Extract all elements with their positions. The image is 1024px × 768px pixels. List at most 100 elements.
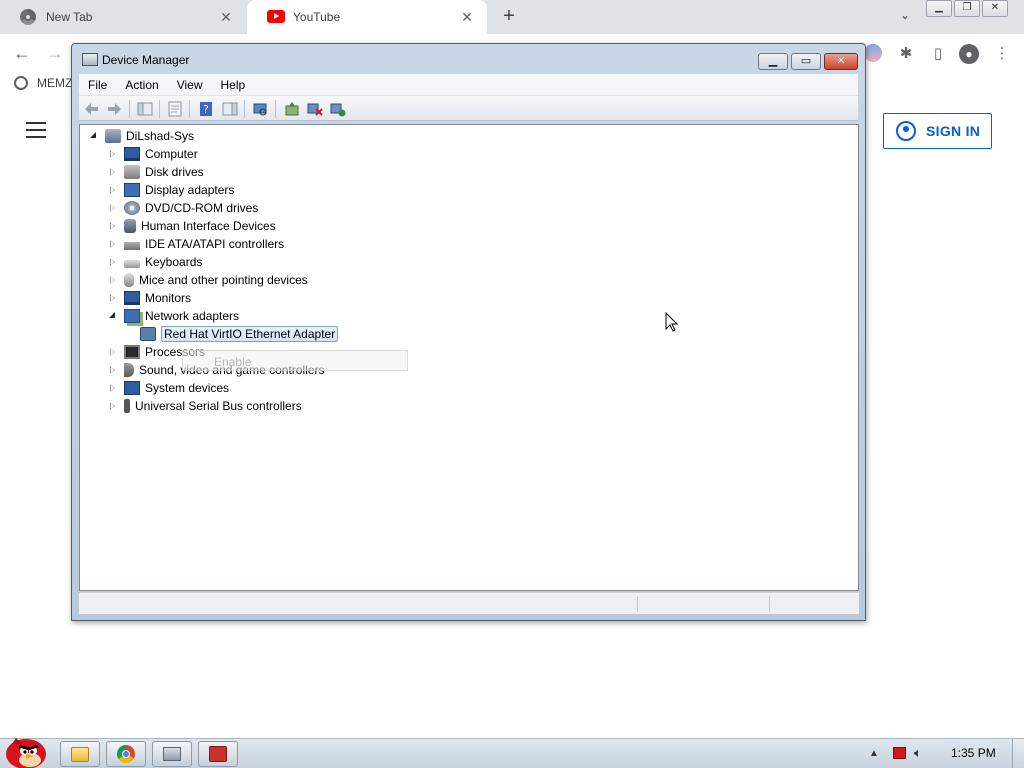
- back-arrow-icon[interactable]: [84, 101, 100, 117]
- volume-icon[interactable]: 🔈︎: [914, 745, 922, 761]
- expand-arrow-icon[interactable]: [108, 149, 118, 159]
- help-icon[interactable]: ?: [198, 101, 214, 117]
- tree-item-usb-controllers[interactable]: Universal Serial Bus controllers: [108, 397, 302, 415]
- tree-item-display-adapters[interactable]: Display adapters: [108, 181, 234, 199]
- collapse-arrow-icon[interactable]: [108, 311, 118, 321]
- taskbar-clock[interactable]: 1:35 PM: [951, 746, 996, 760]
- close-button[interactable]: ✕: [982, 0, 1008, 17]
- update-driver-icon[interactable]: [284, 101, 300, 117]
- computer-root-icon: [105, 129, 121, 143]
- menu-action[interactable]: Action: [116, 78, 167, 92]
- expand-arrow-icon[interactable]: [108, 239, 118, 249]
- back-arrow-icon[interactable]: ←: [11, 42, 33, 64]
- show-desktop-button[interactable]: [1012, 739, 1024, 768]
- chrome-icon: [20, 9, 36, 25]
- tree-item-label: DVD/CD-ROM drives: [145, 201, 259, 215]
- dvd-drive-icon: [124, 201, 140, 215]
- show-hide-console-tree-icon[interactable]: [137, 101, 153, 117]
- scan-hardware-icon[interactable]: [252, 101, 268, 117]
- youtube-icon: [267, 9, 285, 25]
- mouse-cursor-icon: [665, 312, 679, 332]
- tree-item-computer[interactable]: Computer: [108, 145, 198, 163]
- tree-item-dvd-drives[interactable]: DVD/CD-ROM drives: [108, 199, 258, 217]
- tree-item-keyboards[interactable]: Keyboards: [108, 253, 202, 271]
- side-panel-icon[interactable]: ▯: [928, 44, 948, 64]
- tree-item-monitors[interactable]: Monitors: [108, 289, 191, 307]
- action-pane-icon[interactable]: [222, 101, 238, 117]
- expand-arrow-icon[interactable]: [108, 275, 118, 285]
- enable-device-icon[interactable]: [330, 101, 346, 117]
- expand-arrow-icon[interactable]: [108, 257, 118, 267]
- app-icon: [209, 746, 227, 762]
- tree-item-hid[interactable]: Human Interface Devices: [108, 217, 276, 235]
- tab-new-tab[interactable]: New Tab ✕: [0, 0, 246, 34]
- restore-button[interactable]: ❐: [954, 0, 980, 17]
- minimize-button[interactable]: ▁: [926, 0, 952, 17]
- tree-item-ide-controllers[interactable]: IDE ATA/ATAPI controllers: [108, 235, 284, 253]
- taskbar-chrome-button[interactable]: [106, 741, 146, 767]
- tree-item-label: Universal Serial Bus controllers: [135, 399, 302, 413]
- expand-arrow-icon[interactable]: [108, 185, 118, 195]
- close-tab-icon[interactable]: ✕: [218, 9, 234, 25]
- more-menu-icon[interactable]: ⋮: [992, 44, 1012, 64]
- tab-youtube[interactable]: YouTube ✕: [247, 0, 487, 34]
- enable-menu-item[interactable]: Enable: [214, 355, 251, 369]
- tree-item-label: IDE ATA/ATAPI controllers: [145, 237, 285, 251]
- uninstall-device-icon[interactable]: [307, 101, 323, 117]
- tab-label: YouTube: [293, 10, 341, 24]
- maximize-button[interactable]: ▭: [791, 53, 821, 70]
- tree-item-system-devices[interactable]: System devices: [108, 379, 229, 397]
- menu-view[interactable]: View: [168, 78, 212, 92]
- expand-arrow-icon[interactable]: [108, 365, 118, 375]
- tab-search-chevron-icon[interactable]: ⌄: [896, 8, 914, 26]
- taskbar-app-button[interactable]: [198, 741, 238, 767]
- device-manager-toolbar: ?: [79, 95, 858, 121]
- collapse-arrow-icon[interactable]: [89, 131, 99, 141]
- close-tab-icon[interactable]: ✕: [459, 9, 475, 25]
- tree-item-disk-drives[interactable]: Disk drives: [108, 163, 204, 181]
- extensions-icon[interactable]: ✱: [896, 44, 916, 64]
- new-tab-button[interactable]: +: [498, 6, 520, 28]
- sign-in-button[interactable]: SIGN IN: [883, 113, 992, 149]
- tree-item-label: Display adapters: [145, 183, 235, 197]
- tree-item-ethernet-adapter[interactable]: Red Hat VirtIO Ethernet Adapter: [140, 325, 339, 343]
- tree-root[interactable]: DiLshad-Sys: [89, 127, 194, 145]
- tree-item-label: Mice and other pointing devices: [139, 273, 308, 287]
- expand-arrow-icon[interactable]: [108, 221, 118, 231]
- expand-arrow-icon[interactable]: [108, 347, 118, 357]
- expand-arrow-icon[interactable]: [108, 401, 118, 411]
- ethernet-adapter-icon: [140, 327, 156, 341]
- start-angry-bird-icon[interactable]: [2, 732, 52, 768]
- expand-arrow-icon[interactable]: [108, 293, 118, 303]
- menu-hamburger-icon[interactable]: [26, 122, 46, 138]
- network-adapter-icon: [124, 309, 140, 323]
- processor-icon: [124, 345, 140, 359]
- monitor-icon: [124, 291, 140, 305]
- tray-expand-arrow-icon[interactable]: ▲: [867, 748, 881, 759]
- bookmark-item[interactable]: MEMZ: [14, 76, 72, 90]
- expand-arrow-icon[interactable]: [108, 203, 118, 213]
- profile-avatar-icon[interactable]: ●: [959, 44, 979, 64]
- profile-flag-icon[interactable]: [864, 44, 882, 62]
- title-bar[interactable]: Device Manager ▁ ▭ ✕: [72, 44, 865, 74]
- tree-item-mice[interactable]: Mice and other pointing devices: [108, 271, 308, 289]
- action-center-icon[interactable]: [893, 747, 906, 759]
- expand-arrow-icon[interactable]: [108, 167, 118, 177]
- minimize-button[interactable]: ▁: [758, 53, 788, 70]
- status-bar: [79, 592, 859, 614]
- forward-arrow-icon[interactable]: [106, 101, 122, 117]
- context-menu-ghost: Enable: [182, 350, 408, 371]
- expand-arrow-icon[interactable]: [108, 383, 118, 393]
- taskbar-explorer-button[interactable]: [60, 741, 100, 767]
- computer-icon: [124, 147, 140, 161]
- tree-item-label: Network adapters: [145, 309, 240, 323]
- tree-item-network-adapters[interactable]: Network adapters: [108, 307, 239, 325]
- svg-text:?: ?: [203, 103, 209, 116]
- taskbar-device-manager-button[interactable]: [152, 741, 192, 767]
- properties-icon[interactable]: [167, 101, 183, 117]
- close-button[interactable]: ✕: [824, 53, 858, 70]
- menu-file[interactable]: File: [79, 78, 116, 92]
- forward-arrow-icon[interactable]: →: [44, 42, 66, 64]
- mouse-icon: [124, 273, 134, 287]
- menu-help[interactable]: Help: [212, 78, 255, 92]
